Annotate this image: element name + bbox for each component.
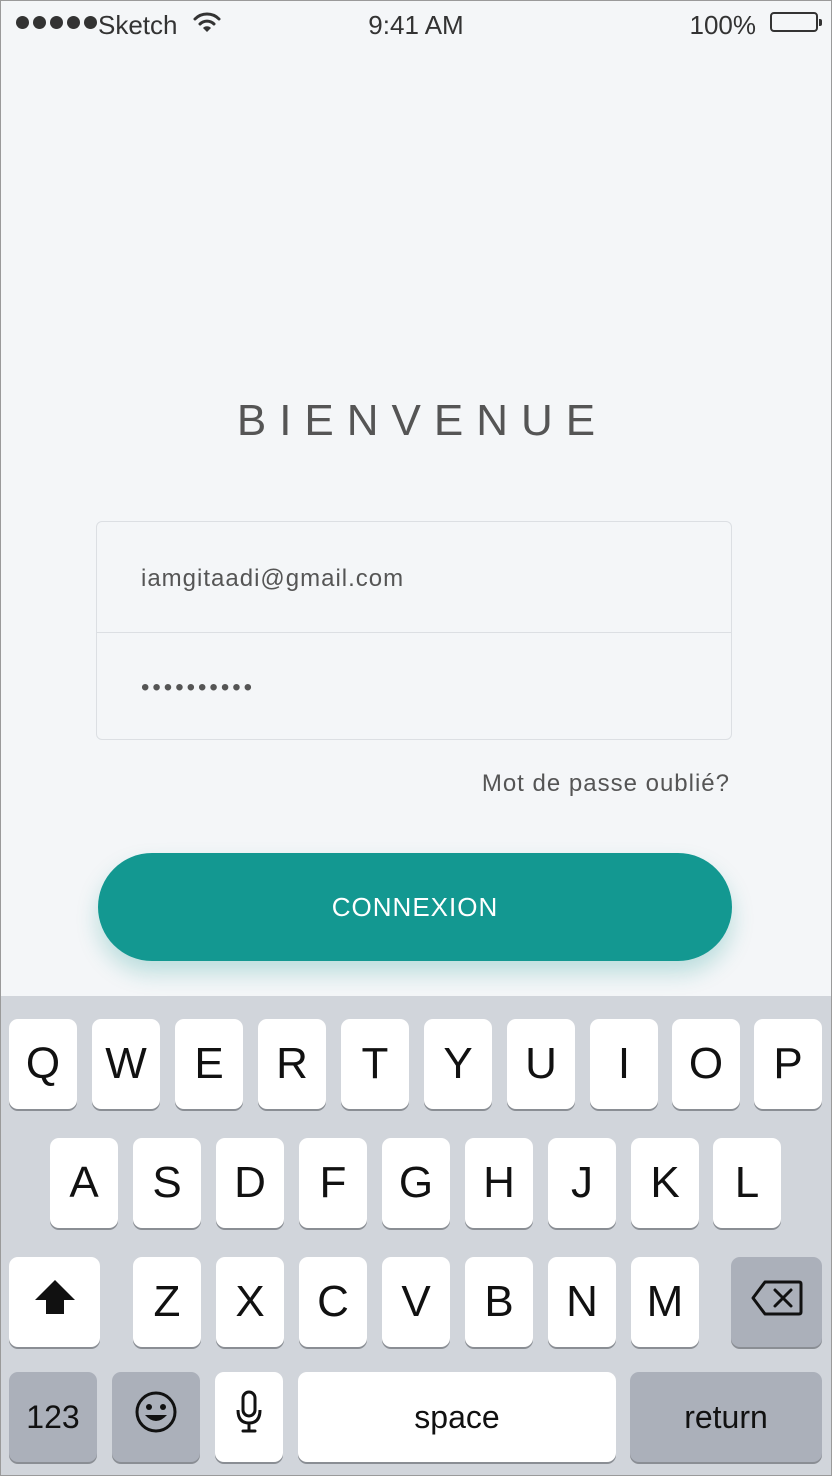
key-q[interactable]: Q — [9, 1019, 77, 1109]
page-title: BIENVENUE — [236, 396, 609, 445]
key-k[interactable]: K — [631, 1138, 699, 1228]
key-i[interactable]: I — [590, 1019, 658, 1109]
key-w[interactable]: W — [92, 1019, 160, 1109]
key-s[interactable]: S — [133, 1138, 201, 1228]
shift-key[interactable] — [9, 1257, 100, 1347]
backspace-icon — [751, 1277, 803, 1327]
key-e[interactable]: E — [175, 1019, 243, 1109]
key-b[interactable]: B — [465, 1257, 533, 1347]
key-t[interactable]: T — [341, 1019, 409, 1109]
emoji-key[interactable] — [112, 1372, 200, 1462]
return-key[interactable]: return — [630, 1372, 822, 1462]
login-form — [96, 521, 732, 740]
key-f[interactable]: F — [299, 1138, 367, 1228]
key-c[interactable]: C — [299, 1257, 367, 1347]
key-a[interactable]: A — [50, 1138, 118, 1228]
status-bar: Sketch 9:41 AM 100% — [0, 0, 832, 48]
microphone-icon — [235, 1390, 263, 1445]
key-r[interactable]: R — [258, 1019, 326, 1109]
key-u[interactable]: U — [507, 1019, 575, 1109]
key-j[interactable]: J — [548, 1138, 616, 1228]
key-g[interactable]: G — [382, 1138, 450, 1228]
key-o[interactable]: O — [672, 1019, 740, 1109]
keyboard: Q W E R T Y U I O P A S D F G H J K L Z … — [1, 996, 831, 1475]
key-v[interactable]: V — [382, 1257, 450, 1347]
key-z[interactable]: Z — [133, 1257, 201, 1347]
email-field[interactable] — [141, 559, 681, 599]
numbers-key[interactable]: 123 — [9, 1372, 97, 1462]
battery-percentage: 100% — [689, 10, 757, 40]
key-m[interactable]: M — [631, 1257, 699, 1347]
dictation-key[interactable] — [215, 1372, 283, 1462]
key-p[interactable]: P — [754, 1019, 822, 1109]
forgot-password-link[interactable]: Mot de passe oublié? — [482, 770, 730, 798]
key-x[interactable]: X — [216, 1257, 284, 1347]
key-l[interactable]: L — [713, 1138, 781, 1228]
battery-icon — [770, 12, 822, 32]
field-divider — [97, 632, 731, 633]
delete-key[interactable] — [731, 1257, 822, 1347]
login-button[interactable]: CONNEXION — [98, 853, 732, 961]
password-field[interactable] — [141, 668, 681, 708]
shift-icon — [33, 1277, 77, 1327]
key-h[interactable]: H — [465, 1138, 533, 1228]
emoji-icon — [134, 1390, 178, 1445]
key-y[interactable]: Y — [424, 1019, 492, 1109]
key-d[interactable]: D — [216, 1138, 284, 1228]
space-key[interactable]: space — [298, 1372, 616, 1462]
key-n[interactable]: N — [548, 1257, 616, 1347]
